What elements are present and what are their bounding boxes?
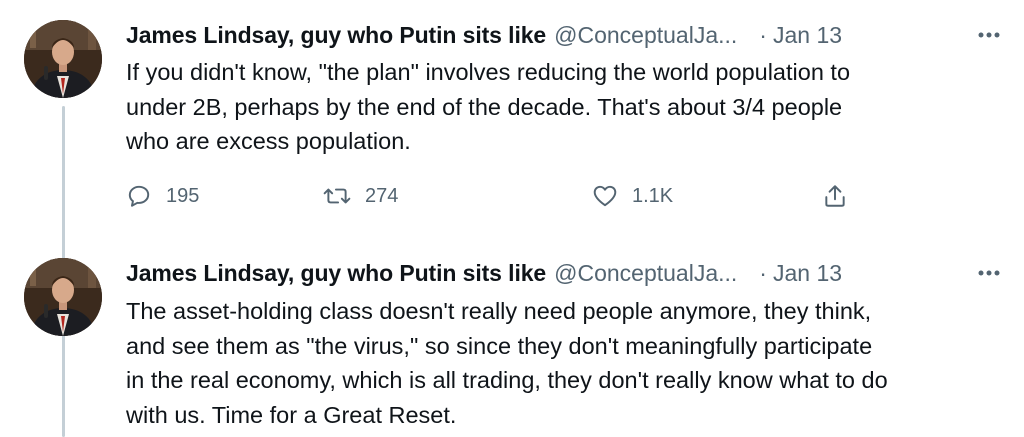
tweet[interactable]: James Lindsay, guy who Putin sits like @… <box>0 246 1024 437</box>
tweet-actions: 195 274 1.1K <box>126 178 886 214</box>
tweet-thread: James Lindsay, guy who Putin sits like @… <box>0 0 1024 437</box>
reply-icon <box>128 185 150 207</box>
tweet-header: James Lindsay, guy who Putin sits like @… <box>126 256 1000 290</box>
heart-icon <box>593 185 617 207</box>
more-options-button[interactable] <box>978 256 1000 290</box>
share-button[interactable] <box>822 178 848 214</box>
author-name[interactable]: James Lindsay, guy who Putin sits like <box>126 22 546 49</box>
share-icon <box>825 185 845 207</box>
tweet-text: If you didn't know, "the plan" involves … <box>126 59 851 154</box>
avatar-photo <box>24 20 102 98</box>
header-separator: · <box>759 259 767 286</box>
retweet-count: 274 <box>365 184 399 207</box>
header-separator: · <box>759 21 767 48</box>
more-icon <box>978 32 1000 38</box>
author-name[interactable]: James Lindsay, guy who Putin sits like <box>126 260 546 287</box>
like-button[interactable]: 1.1K <box>592 178 673 214</box>
avatar-photo <box>24 258 102 336</box>
more-options-button[interactable] <box>978 18 1000 52</box>
reply-count: 195 <box>166 184 200 207</box>
tweet-text: The asset-holding class doesn't really n… <box>126 298 888 428</box>
tweet-date[interactable]: Jan 13 <box>773 260 842 287</box>
retweet-button[interactable]: 274 <box>323 178 398 214</box>
retweet-icon <box>323 188 351 204</box>
more-icon <box>978 270 1000 276</box>
author-handle[interactable]: @ConceptualJa... <box>554 260 737 287</box>
tweet-header: James Lindsay, guy who Putin sits like @… <box>126 18 1000 52</box>
author-handle[interactable]: @ConceptualJa... <box>554 22 737 49</box>
like-count: 1.1K <box>632 184 674 207</box>
reply-button[interactable]: 195 <box>126 178 199 214</box>
avatar[interactable] <box>24 258 102 336</box>
tweet[interactable]: James Lindsay, guy who Putin sits like @… <box>0 0 1024 240</box>
avatar[interactable] <box>24 20 102 98</box>
tweet-date[interactable]: Jan 13 <box>773 22 842 49</box>
